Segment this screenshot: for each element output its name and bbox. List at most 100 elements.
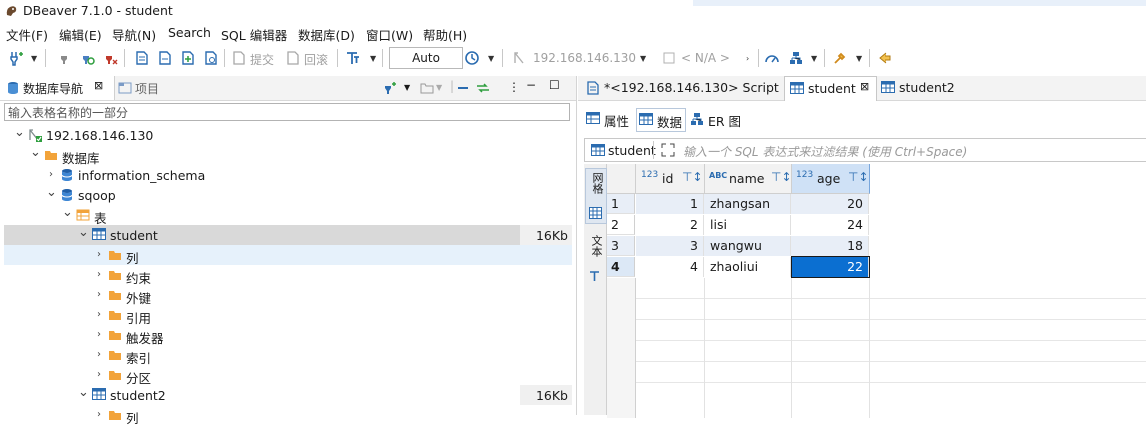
grid-cell-name[interactable]: zhangsan (705, 194, 791, 214)
back-icon[interactable] (876, 50, 892, 66)
row-number[interactable]: 3 (607, 236, 635, 256)
commit-icon[interactable] (231, 50, 247, 66)
active-schema-selector[interactable]: < N/A > (681, 51, 730, 65)
column-header-age[interactable]: 123 age ⊤↕ (792, 164, 870, 194)
tree-node[interactable]: › 列 (4, 245, 572, 266)
view-menu-icon[interactable]: ⋮ (508, 80, 520, 94)
menu-edit[interactable]: 编辑(E) (59, 25, 102, 44)
chevron-right-icon[interactable]: › (746, 54, 749, 63)
tab-er-diagram[interactable]: ER 图 (688, 108, 748, 130)
transaction-mode-field[interactable]: Auto (389, 47, 463, 69)
chevron-down-icon[interactable]: ⌄ (46, 185, 57, 200)
tab-script[interactable]: *<192.168.146.130> Script (582, 76, 782, 100)
filter-expression-input[interactable]: 输入一个 SQL 表达式来过滤结果 (使用 Ctrl+Space) (683, 143, 967, 160)
minimize-icon[interactable]: − (526, 78, 536, 92)
tree-node[interactable]: ⌄ 192.168.146.130 (4, 125, 572, 145)
chevron-right-icon[interactable]: › (94, 269, 104, 280)
chevron-right-icon[interactable]: › (94, 349, 104, 360)
grid-cell-age[interactable]: 24 (792, 215, 869, 235)
new-connection-icon[interactable] (382, 81, 396, 95)
tree-node[interactable]: ⌄ 数据库 (4, 145, 572, 166)
tab-text-view[interactable]: 文本 (585, 232, 605, 286)
grid-cell-age[interactable]: 18 (792, 236, 869, 256)
chevron-right-icon[interactable]: › (94, 289, 104, 300)
schema-icon[interactable] (661, 50, 677, 66)
active-connection-icon[interactable] (511, 50, 527, 66)
tree-node[interactable]: › 约束 (4, 265, 572, 286)
menu-help[interactable]: 帮助(H) (423, 25, 467, 44)
chevron-down-icon[interactable]: ⌄ (62, 205, 73, 220)
new-sql-script-icon[interactable] (180, 50, 196, 66)
transaction-log-icon[interactable] (464, 50, 480, 66)
new-connection-icon[interactable] (8, 50, 24, 66)
tree-node[interactable]: › 分区 (4, 365, 572, 386)
tree-node[interactable]: ⌄ sqoop (4, 185, 572, 205)
maximize-icon[interactable]: ☐ (549, 78, 560, 92)
tools-icon[interactable] (832, 50, 848, 66)
chevron-down-icon[interactable]: ▼ (404, 83, 410, 92)
active-connection-selector[interactable]: 192.168.146.130 (533, 51, 636, 65)
grid-cell-id[interactable]: 1 (636, 194, 704, 214)
chevron-right-icon[interactable]: › (94, 369, 104, 380)
chevron-down-icon[interactable]: ▼ (370, 54, 376, 63)
tab-student2[interactable]: student2 (878, 76, 968, 100)
tab-data[interactable]: 数据 (636, 108, 686, 132)
chevron-down-icon[interactable]: ⌄ (30, 145, 41, 160)
chevron-right-icon[interactable]: › (94, 309, 104, 320)
tree-node[interactable]: ⌄ 表 (4, 205, 572, 226)
sort-filter-icon[interactable]: ⊤↕ (682, 170, 703, 184)
column-header-name[interactable]: ABC name ⊤↕ (705, 164, 792, 194)
tab-database-navigator[interactable]: 数据库导航 ⊠ (0, 76, 115, 100)
grid-cell-id[interactable]: 3 (636, 236, 704, 256)
chevron-right-icon[interactable]: › (46, 169, 56, 180)
tab-grid-view[interactable]: 网格 (585, 168, 607, 224)
menu-database[interactable]: 数据库(D) (298, 25, 355, 44)
grid-cell-name[interactable]: zhaoliui (705, 257, 791, 277)
chevron-right-icon[interactable]: › (94, 329, 104, 340)
grid-cell-age[interactable]: 22 (791, 256, 870, 278)
tree-node[interactable]: › 触发器 (4, 325, 572, 346)
er-diagram-icon[interactable] (788, 50, 804, 66)
rollback-icon[interactable] (285, 50, 301, 66)
menu-sql-editor[interactable]: SQL 编辑器 (221, 25, 287, 44)
chevron-down-icon[interactable]: ▼ (856, 54, 862, 63)
tree-node[interactable]: › 引用 (4, 305, 572, 326)
row-number[interactable]: 2 (607, 215, 635, 235)
row-number[interactable]: 1 (607, 194, 635, 214)
chevron-down-icon[interactable]: ⌄ (78, 385, 89, 400)
table-filter-input[interactable]: 输入表格名称的一部分 (4, 103, 570, 121)
column-header-id[interactable]: 123 id ⊤↕ (636, 164, 705, 194)
sort-filter-icon[interactable]: ⊤↕ (771, 170, 792, 184)
disconnect-icon[interactable] (102, 50, 118, 66)
tree-node[interactable]: › 外键 (4, 285, 572, 306)
open-sql-script-icon[interactable] (157, 50, 173, 66)
grid-cell-id[interactable]: 4 (636, 257, 704, 277)
close-icon[interactable]: ⊠ (94, 79, 103, 92)
connect-icon[interactable] (56, 50, 72, 66)
grid-cell-age[interactable]: 20 (792, 194, 869, 214)
tab-properties[interactable]: 属性 (583, 108, 633, 130)
close-icon[interactable]: ⊠ (860, 80, 869, 93)
menu-navigate[interactable]: 导航(N) (112, 25, 156, 44)
tree-node[interactable]: › 列 (4, 405, 572, 426)
tab-student[interactable]: student ⊠ (784, 76, 877, 101)
tree-node[interactable]: › 索引 (4, 345, 572, 366)
grid-cell-name[interactable]: lisi (705, 215, 791, 235)
menu-search[interactable]: Search (168, 25, 211, 40)
tab-projects[interactable]: 项目 (116, 76, 176, 100)
transaction-mode-icon[interactable] (345, 50, 361, 66)
chevron-down-icon[interactable]: ▼ (488, 54, 494, 63)
chevron-down-icon[interactable]: ▼ (31, 54, 37, 63)
dashboard-icon[interactable] (764, 50, 780, 66)
new-folder-icon[interactable] (420, 81, 434, 95)
chevron-down-icon[interactable]: ▼ (640, 54, 646, 63)
chevron-down-icon[interactable]: ⌄ (78, 225, 89, 240)
menu-file[interactable]: 文件(F) (6, 25, 48, 44)
collapse-all-icon[interactable] (456, 81, 470, 95)
commit-button[interactable]: 提交 (250, 51, 274, 68)
sql-editor-icon[interactable] (134, 50, 150, 66)
menu-window[interactable]: 窗口(W) (366, 25, 413, 44)
reconnect-icon[interactable] (79, 50, 95, 66)
grid-cell-id[interactable]: 2 (636, 215, 704, 235)
expand-filter-icon[interactable] (661, 143, 675, 157)
